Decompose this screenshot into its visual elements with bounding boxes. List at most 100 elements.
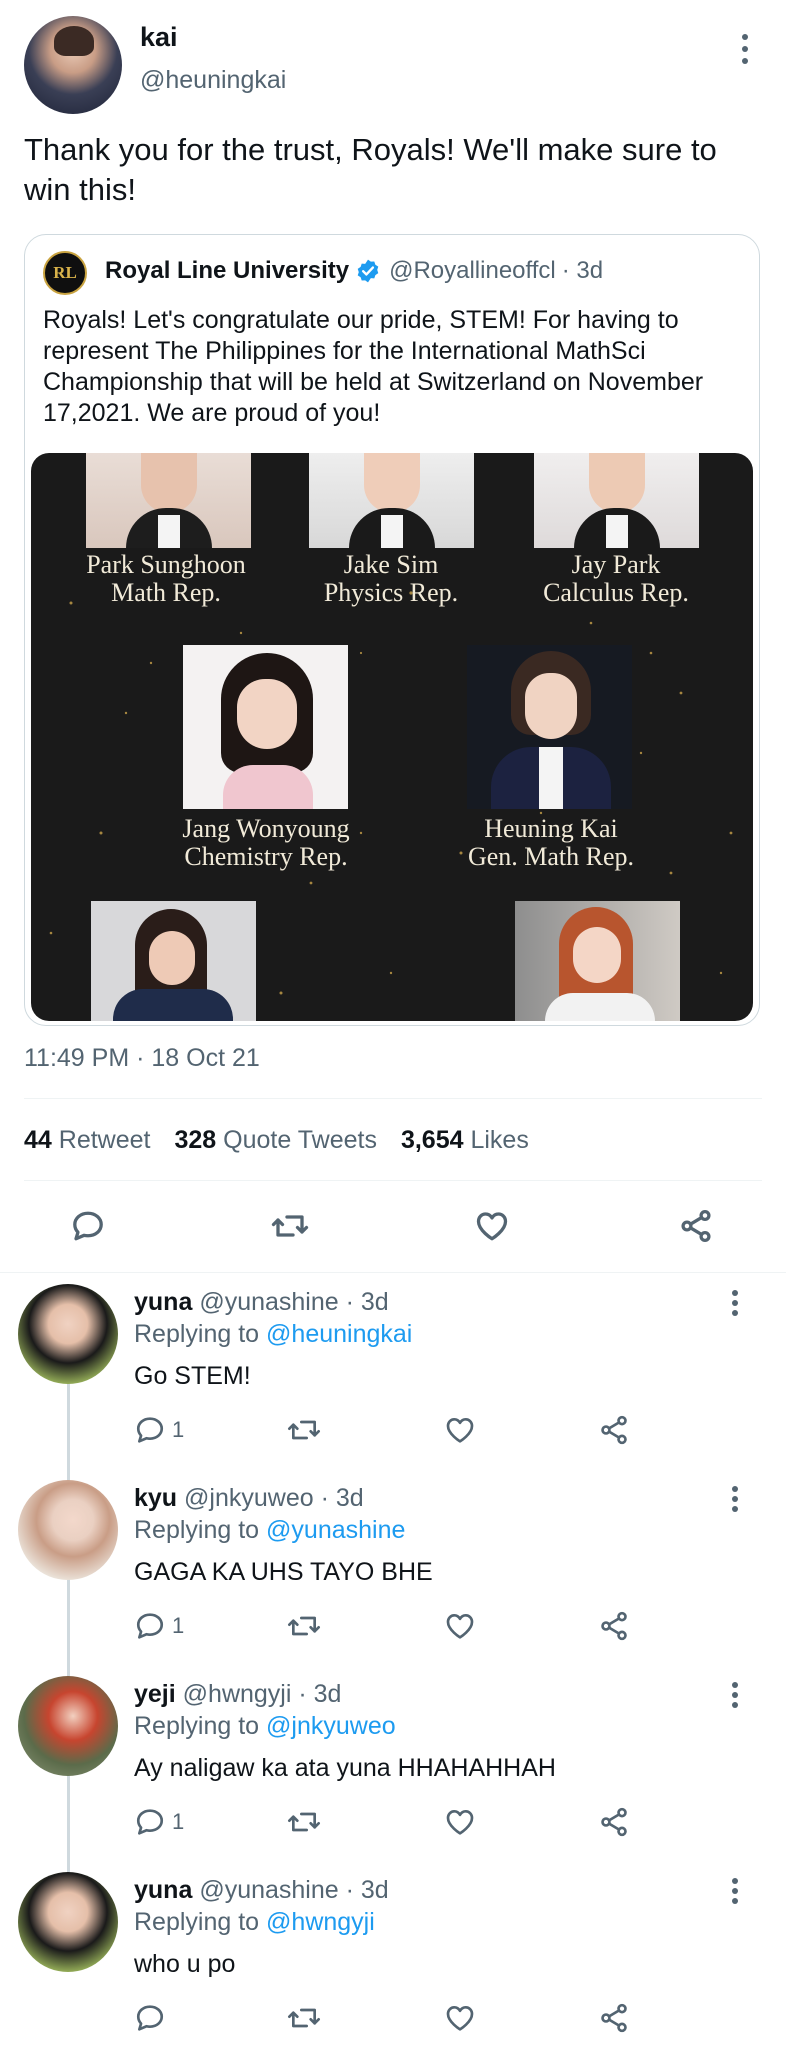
quote-stat[interactable]: 328 Quote Tweets <box>174 1126 376 1155</box>
like-icon[interactable] <box>444 2002 476 2034</box>
member-name: Jake Sim <box>343 550 439 579</box>
quoted-author-handle: @Royallineoffcl <box>389 257 556 284</box>
replying-label: Replying to <box>134 1320 260 1348</box>
tweet-stats: 44 Retweet 328 Quote Tweets 3,654 Likes <box>24 1126 529 1155</box>
member-role: Chemistry Rep. <box>184 842 348 871</box>
reply-author-name[interactable]: yuna <box>134 1876 192 1904</box>
more-icon[interactable] <box>730 1290 740 1316</box>
reply-icon[interactable]: 1 <box>134 1806 184 1838</box>
like-icon[interactable] <box>444 1806 476 1838</box>
replying-label: Replying to <box>134 1516 260 1544</box>
replying-label: Replying to <box>134 1908 260 1936</box>
reply[interactable]: yuna @yunashine · 3d Replying to @hwngyj… <box>0 1868 786 2048</box>
quoted-tweet-age: · 3d <box>561 257 604 284</box>
member-photo <box>183 645 348 809</box>
member-photo <box>467 645 632 809</box>
reply[interactable]: yuna @yunashine · 3d Replying to @heunin… <box>0 1280 786 1476</box>
member-role: Physics Rep. <box>323 578 459 607</box>
member-caption: Jake Sim Physics Rep. <box>276 551 506 607</box>
avatar[interactable] <box>18 1480 118 1580</box>
reply-text: GAGA KA UHS TAYO BHE <box>134 1558 433 1586</box>
member-role: Math Rep. <box>111 578 221 607</box>
more-icon[interactable] <box>730 1486 740 1512</box>
reply-text: Go STEM! <box>134 1362 251 1390</box>
share-icon[interactable] <box>678 1208 714 1244</box>
retweet-icon[interactable] <box>286 1414 322 1446</box>
avatar[interactable] <box>18 1676 118 1776</box>
reply-author-handle[interactable]: @yunashine <box>199 1876 338 1904</box>
logo-text: RL <box>53 263 77 282</box>
reply-icon[interactable]: 1 <box>134 1414 184 1446</box>
reply[interactable]: yeji @hwngyji · 3d Replying to @jnkyuweo… <box>0 1672 786 1868</box>
retweet-icon[interactable] <box>286 1806 322 1838</box>
reply[interactable]: kyu @jnkyuweo · 3d Replying to @yunashin… <box>0 1476 786 1672</box>
retweet-icon[interactable] <box>270 1208 310 1244</box>
like-icon[interactable] <box>444 1414 476 1446</box>
reply-age: · 3d <box>320 1484 364 1512</box>
member-role: Gen. Math Rep. <box>467 842 635 871</box>
likes-stat[interactable]: 3,654 Likes <box>401 1126 529 1155</box>
reply-icon[interactable] <box>134 2002 166 2034</box>
author-avatar[interactable] <box>24 16 122 114</box>
member-photo <box>534 453 699 548</box>
reply-age: · 3d <box>345 1876 389 1904</box>
reply-author-name[interactable]: kyu <box>134 1484 177 1512</box>
author-handle[interactable]: @heuningkai <box>140 66 286 95</box>
avatar[interactable] <box>18 1284 118 1384</box>
quoted-tweet-photo[interactable]: Park Sunghoon Math Rep. Jake Sim Physics… <box>31 453 753 1021</box>
reply-count: 1 <box>172 1417 185 1442</box>
replying-to-link[interactable]: @heuningkai <box>266 1320 412 1348</box>
member-photo <box>91 901 256 1021</box>
member-name: Heuning Kai <box>484 814 618 843</box>
more-icon[interactable] <box>730 1878 740 1904</box>
reply-count: 1 <box>172 1613 185 1638</box>
replying-label: Replying to <box>134 1712 260 1740</box>
reply-author-name[interactable]: yuna <box>134 1288 192 1316</box>
retweet-icon[interactable] <box>286 2002 322 2034</box>
share-icon[interactable] <box>598 1806 630 1838</box>
member-role: Calculus Rep. <box>543 578 689 607</box>
quoted-author-name: Royal Line University <box>105 257 350 284</box>
member-caption: Jay Park Calculus Rep. <box>501 551 731 607</box>
reply-icon[interactable] <box>70 1208 106 1244</box>
member-name: Park Sunghoon <box>86 550 246 579</box>
reply-count: 1 <box>172 1809 185 1834</box>
reply-text: Ay naligaw ka ata yuna HHAHAHHAH <box>134 1754 556 1782</box>
author-name[interactable]: kai <box>140 22 178 53</box>
member-caption: Jang Wonyoung Chemistry Rep. <box>151 815 381 871</box>
like-icon[interactable] <box>474 1208 510 1244</box>
reply-age: · 3d <box>345 1288 389 1316</box>
member-name: Jay Park <box>571 550 661 579</box>
replying-to-link[interactable]: @hwngyji <box>266 1908 375 1936</box>
retweet-icon[interactable] <box>286 1610 322 1642</box>
quoted-tweet-card[interactable]: RL Royal Line University @Royallineoffcl… <box>24 234 760 1026</box>
avatar[interactable] <box>18 1872 118 1972</box>
share-icon[interactable] <box>598 1610 630 1642</box>
member-caption: Park Sunghoon Math Rep. <box>51 551 281 607</box>
share-icon[interactable] <box>598 2002 630 2034</box>
reply-icon[interactable]: 1 <box>134 1610 184 1642</box>
reply-author-handle[interactable]: @hwngyji <box>183 1680 292 1708</box>
share-icon[interactable] <box>598 1414 630 1446</box>
reply-text: who u po <box>134 1950 236 1978</box>
member-photo <box>86 453 251 548</box>
tweet-text: Thank you for the trust, Royals! We'll m… <box>24 132 717 207</box>
member-caption: Heuning Kai Gen. Math Rep. <box>431 815 671 871</box>
member-name: Jang Wonyoung <box>182 814 350 843</box>
tweet-timestamp[interactable]: 11:49 PM · 18 Oct 21 <box>24 1044 260 1073</box>
reply-age: · 3d <box>298 1680 342 1708</box>
verified-icon <box>355 258 381 284</box>
reply-author-name[interactable]: yeji <box>134 1680 176 1708</box>
replying-to-link[interactable]: @jnkyuweo <box>266 1712 396 1740</box>
retweet-stat[interactable]: 44 Retweet <box>24 1126 150 1155</box>
replying-to-link[interactable]: @yunashine <box>266 1516 405 1544</box>
reply-author-handle[interactable]: @jnkyuweo <box>184 1484 314 1512</box>
more-icon[interactable] <box>740 34 750 64</box>
member-photo <box>515 901 680 1021</box>
more-icon[interactable] <box>730 1682 740 1708</box>
member-photo <box>309 453 474 548</box>
reply-author-handle[interactable]: @yunashine <box>199 1288 338 1316</box>
like-icon[interactable] <box>444 1610 476 1642</box>
quoted-author-logo: RL <box>43 251 87 295</box>
quoted-tweet-text: Royals! Let's congratulate our pride, ST… <box>43 306 704 427</box>
